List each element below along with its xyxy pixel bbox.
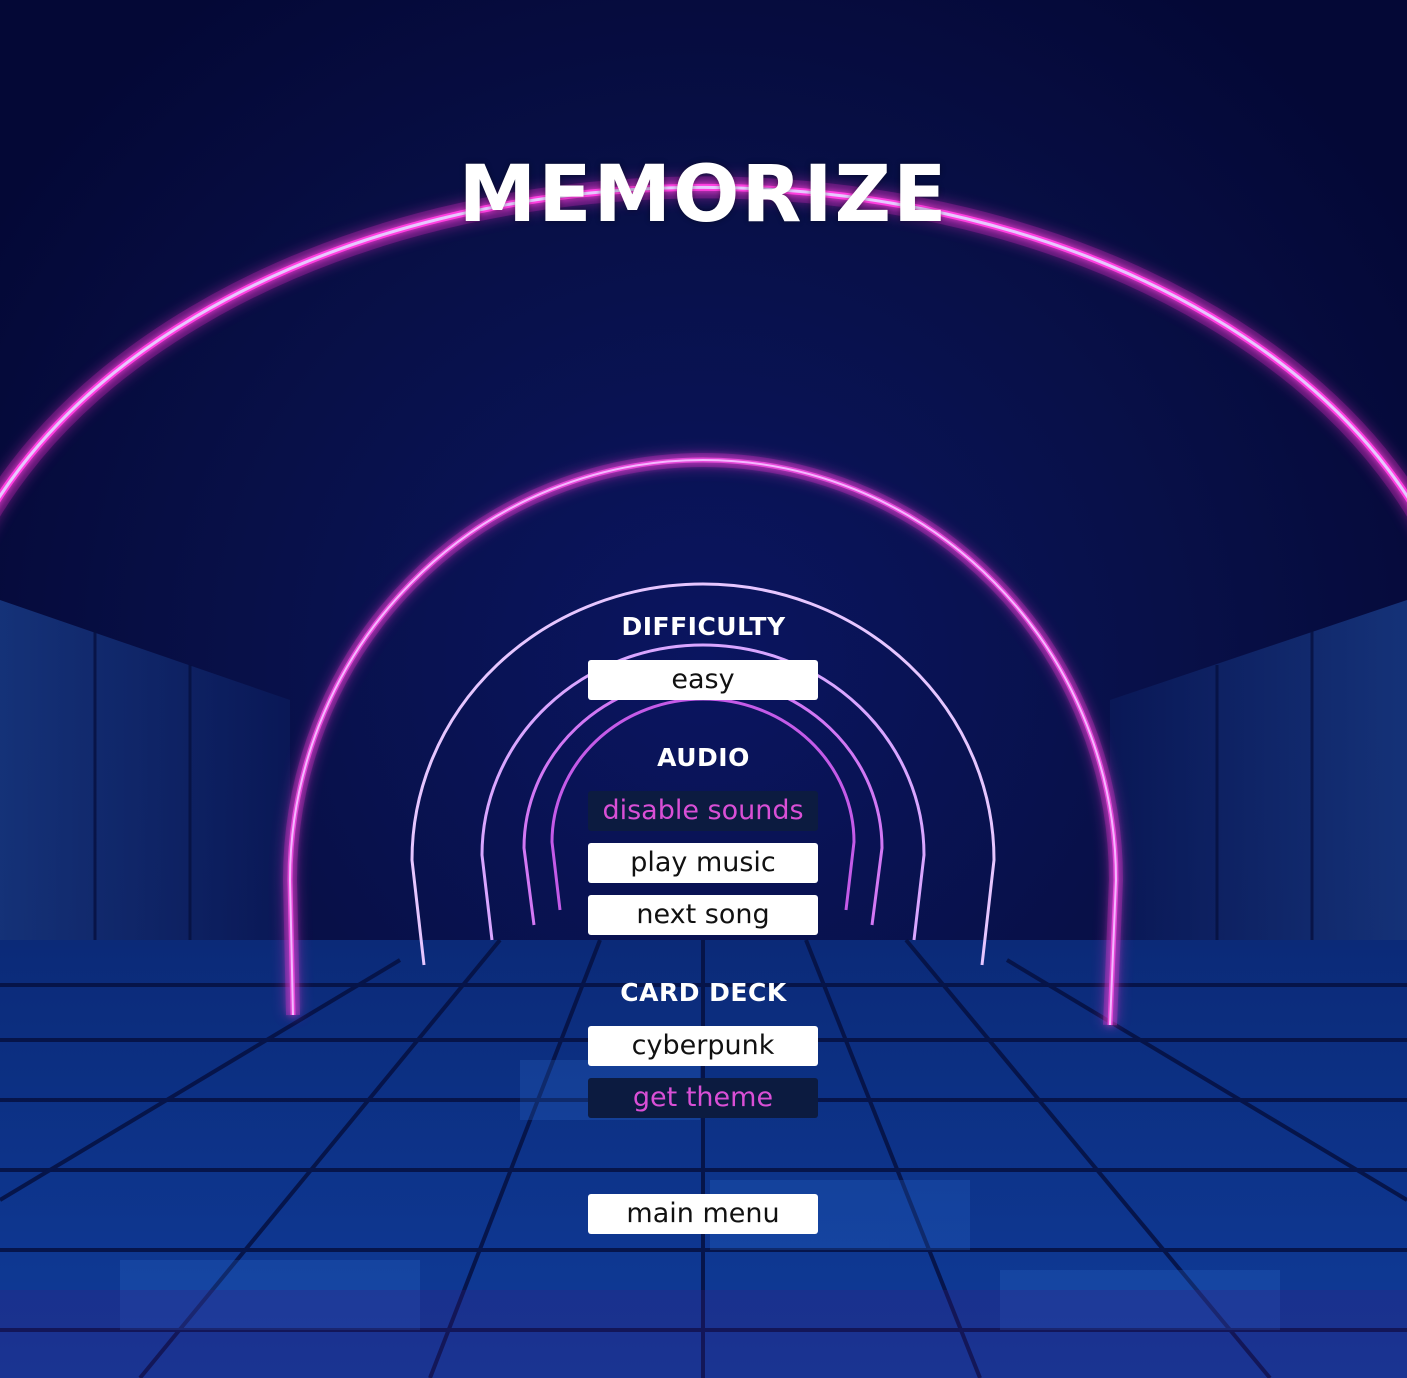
next-song-button[interactable]: next song bbox=[588, 895, 818, 935]
disable-sounds-button[interactable]: disable sounds bbox=[588, 791, 818, 831]
difficulty-label: DIFFICULTY bbox=[621, 612, 786, 641]
app-title: MEMORIZE bbox=[458, 150, 949, 240]
main-menu-button[interactable]: main menu bbox=[588, 1194, 818, 1234]
card-deck-button[interactable]: cyberpunk bbox=[588, 1026, 818, 1066]
difficulty-button[interactable]: easy bbox=[588, 660, 818, 700]
audio-label: AUDIO bbox=[657, 743, 750, 772]
settings-screen: MEMORIZE DIFFICULTY easy AUDIO disable s… bbox=[0, 0, 1407, 1378]
play-music-button[interactable]: play music bbox=[588, 843, 818, 883]
card-deck-label: CARD DECK bbox=[620, 978, 787, 1007]
get-theme-button[interactable]: get theme bbox=[588, 1078, 818, 1118]
